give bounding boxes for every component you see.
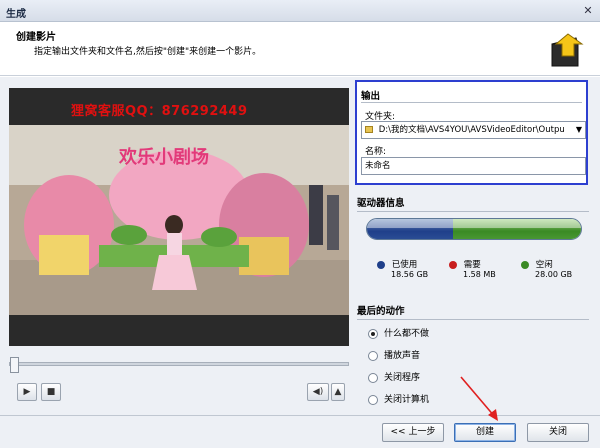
output-section-title: 输出 [361,91,381,102]
radio-close-program[interactable]: 关闭程序 [368,370,420,383]
folder-icon [365,126,373,133]
output-section: 输出 文件夹: D:\我的文档\AVS4YOU\AVSVideoEditor\O… [355,80,588,185]
radio-play-sound[interactable]: 播放声音 [368,348,420,361]
chevron-down-icon: ▼ [575,125,582,134]
used-dot-icon [377,260,385,269]
legend-needed: 需要 1.58 MB [449,258,496,279]
divider [357,211,589,212]
legend-free: 空闲 28.00 GB [521,258,572,279]
clapperboard-logo-icon [551,33,584,67]
radio-label: 播放声音 [384,351,421,361]
radio-label: 关闭计算机 [384,395,430,405]
annotation-arrow-icon [460,376,498,421]
free-label: 空闲 [535,260,553,270]
radio-do-nothing[interactable]: 什么都不做 [368,326,429,339]
timeline-slider-handle[interactable] [10,357,19,373]
video-watermark: 狸窝客服QQ：876292449 [71,104,248,119]
wizard-header: 创建影片 指定输出文件夹和文件名,然后按"创建"来创建一个影片。 [0,22,600,76]
used-label: 已使用 [391,260,418,270]
drive-info-title: 驱动器信息 [357,198,405,209]
video-preview: 狸窝客服QQ：876292449 欢乐小剧场 [9,88,349,346]
radio-icon [368,394,378,405]
last-action-title: 最后的动作 [357,306,405,317]
drive-usage-bar [366,218,582,240]
last-action-section: 最后的动作 [357,303,589,320]
free-dot-icon [521,260,529,269]
close-button[interactable]: 关闭 [527,423,589,442]
title-bar: 生成 ✕ [0,0,600,22]
scene-banner-text: 欢乐小剧场 [118,147,209,168]
free-value: 28.00 GB [535,270,573,279]
volume-dropdown-button[interactable]: ▲ [331,383,345,401]
close-icon[interactable]: ✕ [580,3,596,19]
page-subtitle: 指定输出文件夹和文件名,然后按"创建"来创建一个影片。 [34,47,262,57]
window-title: 生成 [6,9,26,20]
play-button[interactable]: ▶ [17,383,37,401]
volume-button[interactable]: ◀) [307,383,329,401]
video-frame-image: 欢乐小剧场 [9,125,349,315]
footer-divider [0,415,600,416]
filename-input[interactable]: 未命名 [361,157,586,175]
radio-icon [368,350,378,361]
create-button[interactable]: 创建 [454,423,516,442]
needed-dot-icon [449,260,457,269]
timeline-track[interactable] [9,362,349,366]
page-title: 创建影片 [16,32,56,43]
legend-used: 已使用 18.56 GB [377,258,428,279]
needed-value: 1.58 MB [463,270,496,279]
drive-info-section: 驱动器信息 [357,195,589,212]
radio-label: 关闭程序 [384,373,421,383]
back-button[interactable]: << 上一步 [382,423,444,442]
needed-label: 需要 [463,260,481,270]
name-label: 名称: [365,147,387,157]
radio-selected-icon [368,328,378,339]
folder-dropdown[interactable]: D:\我的文档\AVS4YOU\AVSVideoEditor\Outpu ▼ [361,121,586,139]
divider [357,319,589,320]
radio-shutdown[interactable]: 关闭计算机 [368,392,429,405]
radio-label: 什么都不做 [384,329,430,339]
radio-icon [368,372,378,383]
stop-button[interactable]: ■ [41,383,61,401]
dialog-body: 狸窝客服QQ：876292449 欢乐小剧场 ▶ ■ ◀) ▲ 输出 文件夹: … [0,77,600,448]
divider [361,102,582,103]
used-value: 18.56 GB [391,270,429,279]
folder-value: D:\我的文档\AVS4YOU\AVSVideoEditor\Outpu [378,125,565,135]
